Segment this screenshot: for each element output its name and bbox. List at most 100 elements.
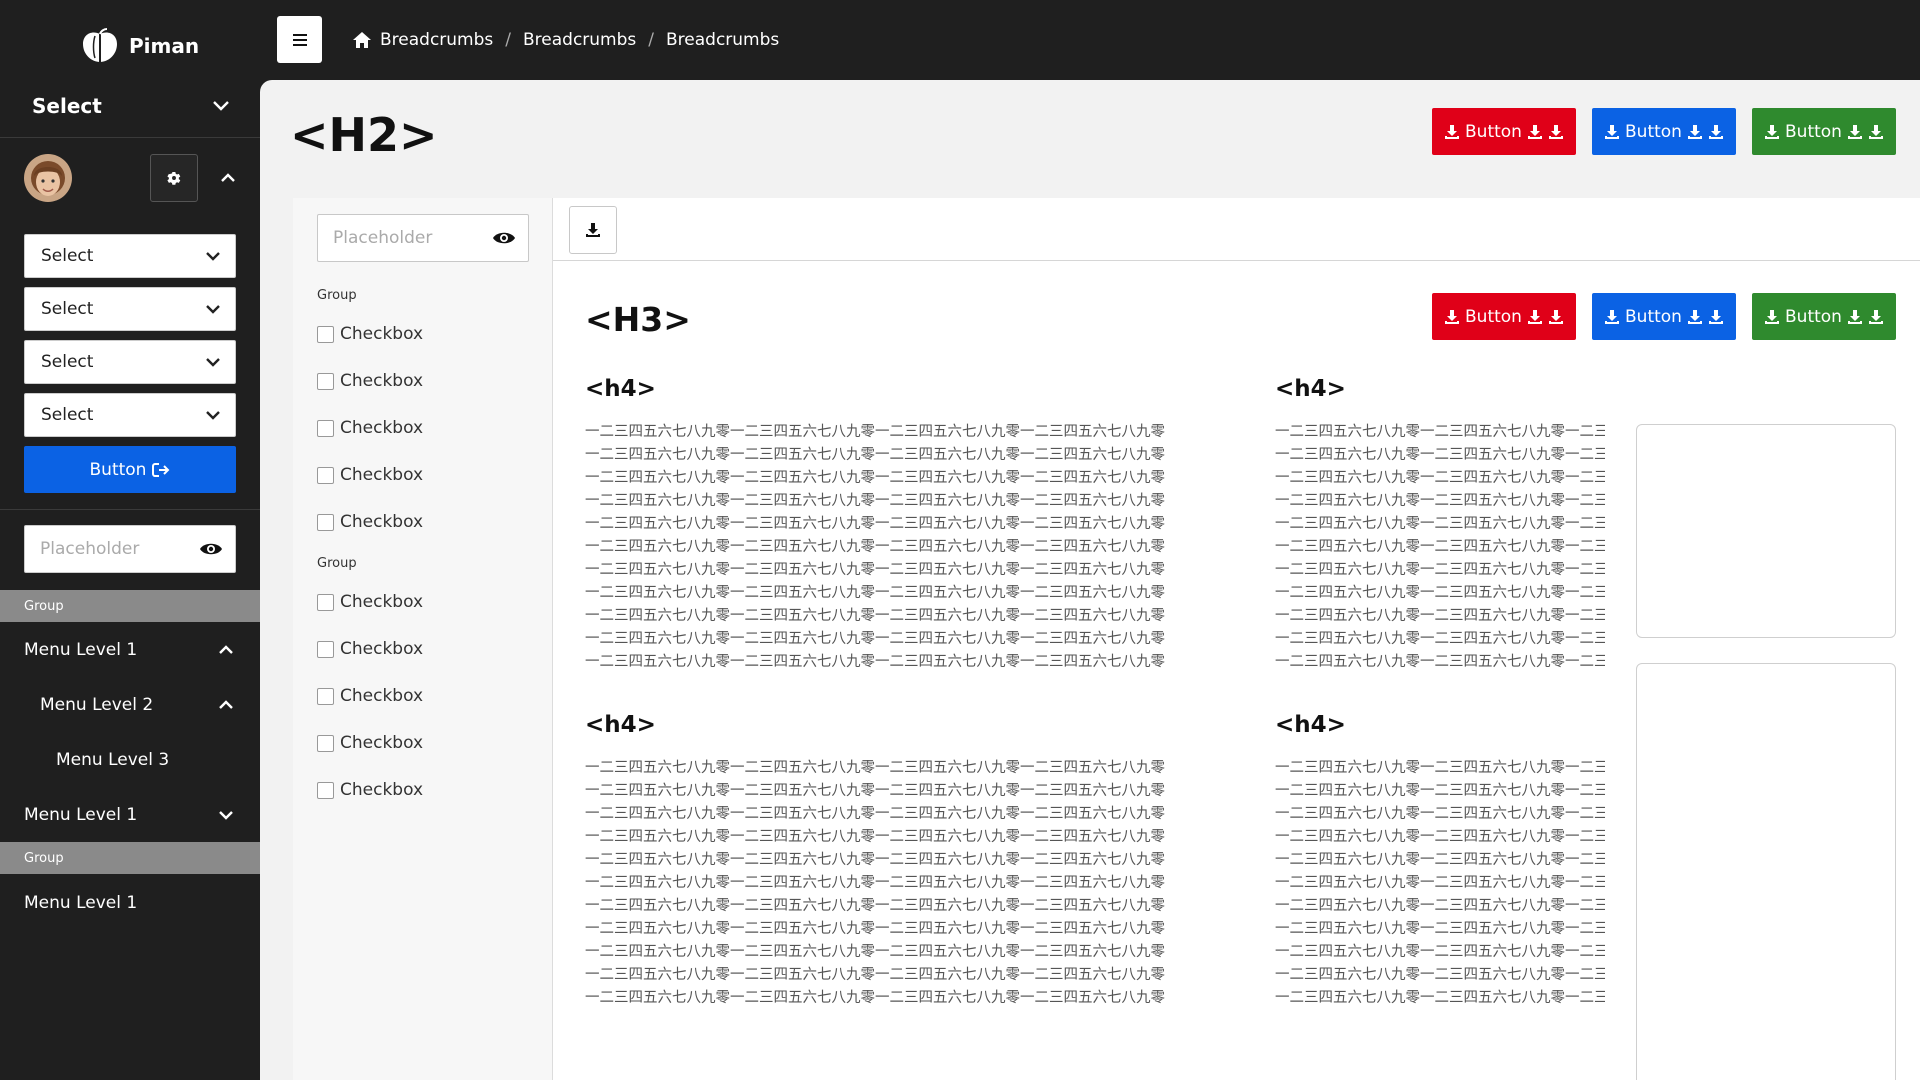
download-icon [1548, 124, 1563, 139]
checkbox[interactable] [317, 513, 334, 531]
section-button-label: Button [1465, 306, 1522, 327]
checkbox-label: Checkbox [340, 371, 424, 391]
block-text: 一二三四五六七八九零一二三四五六七八九零一二三四五六七八九零 一二三四五六七八九… [1275, 760, 1605, 1006]
hamburger-menu-button[interactable] [277, 16, 322, 63]
download-icon [1445, 309, 1460, 324]
profile-collapse-toggle[interactable] [216, 166, 240, 190]
section-button-red[interactable]: Button [1432, 293, 1576, 340]
checkbox[interactable] [317, 593, 334, 611]
sidebar-divider [0, 137, 260, 138]
checkbox[interactable] [317, 372, 334, 390]
checkbox[interactable] [317, 687, 334, 705]
breadcrumb-item[interactable]: Breadcrumbs [666, 30, 779, 50]
menu-item-label: Menu Level 1 [24, 639, 138, 660]
header-button-label: Button [1625, 121, 1682, 142]
checkbox[interactable] [317, 781, 334, 799]
filter-password-field[interactable] [317, 214, 529, 262]
download-icon [1708, 124, 1723, 139]
checkbox-item[interactable]: Checkbox [317, 637, 423, 661]
chevron-up-icon [219, 644, 233, 654]
sidebar-select-1[interactable]: Select [24, 234, 236, 278]
chevron-up-icon [219, 699, 233, 709]
download-icon [1605, 309, 1620, 324]
menu-level-1-item[interactable]: Menu Level 1 [0, 622, 260, 677]
header-button-red[interactable]: Button [1432, 108, 1576, 155]
menu-level-1-item[interactable]: Menu Level 1 [0, 787, 260, 842]
sidebar-select-3[interactable]: Select [24, 340, 236, 384]
logo-mark-icon [83, 28, 117, 62]
eye-icon[interactable] [492, 230, 516, 246]
checkbox[interactable] [317, 419, 334, 437]
settings-button[interactable] [150, 154, 198, 202]
checkbox-label: Checkbox [340, 418, 424, 438]
avatar[interactable] [24, 154, 72, 202]
sidebar-select-value: Select [41, 352, 94, 372]
sidebar-header-select-label: Select [32, 94, 102, 118]
sidebar-password-field[interactable] [24, 525, 236, 573]
chevron-down-icon [206, 411, 220, 420]
breadcrumb-separator: / [505, 30, 511, 50]
menu-level-2-item[interactable]: Menu Level 2 [0, 677, 260, 732]
header-button-label: Button [1465, 121, 1522, 142]
checkbox[interactable] [317, 734, 334, 752]
sidebar-header-select[interactable]: Select [0, 82, 260, 130]
sidebar-password-input[interactable] [40, 539, 190, 559]
header-button-blue[interactable]: Button [1592, 108, 1736, 155]
chevron-down-icon [206, 305, 220, 314]
logo[interactable]: Piman [79, 28, 199, 64]
sidebar-select-4[interactable]: Select [24, 393, 236, 437]
checkbox-item[interactable]: Checkbox [317, 778, 423, 802]
checkbox-label: Checkbox [340, 512, 424, 532]
sidebar-group-label: Group [0, 842, 260, 874]
sidebar-select-2[interactable]: Select [24, 287, 236, 331]
filter-password-input[interactable] [333, 228, 483, 248]
eye-icon[interactable] [199, 541, 223, 557]
sidebar: Piman Select Select Select Select Select… [0, 0, 260, 1080]
header-button-green[interactable]: Button [1752, 108, 1896, 155]
breadcrumb-item[interactable]: Breadcrumbs [380, 30, 493, 50]
breadcrumb-item[interactable]: Breadcrumbs [523, 30, 636, 50]
sidebar-button-label: Button [89, 459, 147, 480]
checkbox[interactable] [317, 325, 334, 343]
checkbox[interactable] [317, 640, 334, 658]
section-button-label: Button [1625, 306, 1682, 327]
chevron-up-icon [221, 173, 235, 182]
menu-item-label: Menu Level 3 [56, 749, 170, 770]
main-content: <H2> Button Button Button Group Ch [260, 80, 1920, 1080]
menu-level-3-item[interactable]: Menu Level 3 [0, 732, 260, 787]
sidebar-select-value: Select [41, 246, 94, 266]
download-icon [1687, 309, 1702, 324]
block-heading: <h4> [1275, 376, 1346, 402]
checkbox-item[interactable]: Checkbox [317, 590, 423, 614]
checkbox-label: Checkbox [340, 686, 424, 706]
download-button[interactable] [569, 206, 617, 254]
download-icon [1687, 124, 1702, 139]
checkbox-item[interactable]: Checkbox [317, 731, 423, 755]
checkbox-item[interactable]: Checkbox [317, 369, 423, 393]
checkbox-item[interactable]: Checkbox [317, 684, 423, 708]
download-icon [1868, 309, 1883, 324]
block-text: 一二三四五六七八九零一二三四五六七八九零一二三四五六七八九零一二三四五六七八九零… [585, 424, 1165, 670]
page-title: <H2> [290, 108, 438, 162]
section-button-blue[interactable]: Button [1592, 293, 1736, 340]
checkbox-label: Checkbox [340, 465, 424, 485]
checkbox[interactable] [317, 466, 334, 484]
home-icon[interactable] [352, 31, 372, 49]
checkbox-item[interactable]: Checkbox [317, 510, 423, 534]
sidebar-button[interactable]: Button [24, 446, 236, 493]
checkbox-label: Checkbox [340, 592, 424, 612]
filter-group-label: Group [317, 556, 357, 571]
checkbox-item[interactable]: Checkbox [317, 416, 423, 440]
block-heading: <h4> [585, 712, 656, 738]
checkbox-item[interactable]: Checkbox [317, 463, 423, 487]
header-button-label: Button [1785, 121, 1842, 142]
section-button-green[interactable]: Button [1752, 293, 1896, 340]
avatar-image [24, 154, 72, 202]
sidebar-group-label: Group [0, 590, 260, 622]
checkbox-item[interactable]: Checkbox [317, 322, 423, 346]
menu-level-1-item[interactable]: Menu Level 1 [0, 875, 260, 930]
sidebar-select-value: Select [41, 299, 94, 319]
block-text: 一二三四五六七八九零一二三四五六七八九零一二三四五六七八九零 一二三四五六七八九… [1275, 424, 1605, 670]
hamburger-icon [292, 33, 307, 46]
download-icon [1868, 124, 1883, 139]
